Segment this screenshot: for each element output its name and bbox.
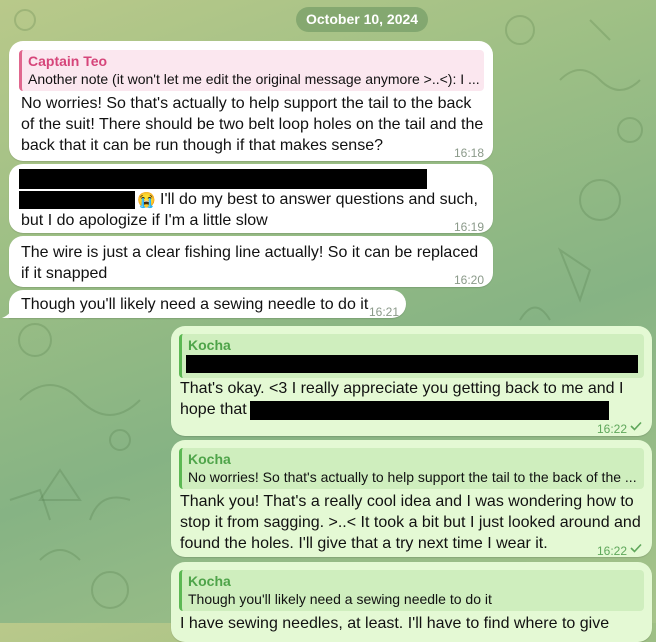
reply-quote-text: No worries! So that's actually to help s… <box>188 469 637 485</box>
reply-preview[interactable]: Captain Teo Another note (it won't let m… <box>19 50 484 91</box>
message-text-line: found the holes. I'll give that a try ne… <box>180 535 548 552</box>
redacted-block <box>19 169 427 189</box>
message-text-line: if it snapped <box>21 265 108 282</box>
message-bubble-outgoing[interactable]: Kocha That's okay. <3 I really appreciat… <box>171 326 652 436</box>
message-text-line: I'll do my best to answer questions and … <box>160 191 478 208</box>
check-icon <box>630 543 642 553</box>
message-text-line: of the suit! There should be two belt lo… <box>21 116 484 133</box>
message-text-line: The wire is just a clear fishing line ac… <box>21 244 479 261</box>
message-text-line: Thank you! That's a really cool idea and… <box>180 493 634 510</box>
message-text-line: Though you'll likely need a sewing needl… <box>21 296 369 313</box>
message-text-line: stop it from sagging. >..< It took a bit… <box>180 514 641 531</box>
reply-sender-name: Kocha <box>188 337 231 353</box>
message-bubble-incoming[interactable]: 😭 I'll do my best to answer questions an… <box>9 164 493 234</box>
reply-sender-name: Kocha <box>188 451 231 467</box>
redacted-block <box>250 401 609 420</box>
message-bubble-incoming[interactable]: Though you'll likely need a sewing needl… <box>9 290 406 319</box>
message-text-line: I have sewing needles, at least. I'll ha… <box>180 615 610 632</box>
message-time: 16:20 <box>454 273 485 287</box>
redacted-block <box>19 191 135 209</box>
reply-quote-text: Though you'll likely need a sewing needl… <box>188 591 492 607</box>
message-time: 16:22 <box>597 544 628 558</box>
date-separator: October 10, 2024 <box>296 7 429 32</box>
message-time: 16:22 <box>597 422 628 436</box>
message-text-line: No worries! So that's actually to help s… <box>21 95 472 112</box>
crying-emoji: 😭 <box>137 192 156 209</box>
reply-preview[interactable]: Kocha No worries! So that's actually to … <box>179 448 644 489</box>
message-bubble-incoming[interactable]: Captain Teo Another note (it won't let m… <box>9 41 493 161</box>
message-text-line: That's okay. <3 I really appreciate you … <box>180 380 624 397</box>
reply-sender-name: Kocha <box>188 573 231 589</box>
message-bubble-incoming[interactable]: The wire is just a clear fishing line ac… <box>9 236 493 287</box>
message-time: 16:21 <box>369 305 400 319</box>
message-bubble-outgoing[interactable]: Kocha No worries! So that's actually to … <box>171 440 652 558</box>
message-time: 16:18 <box>454 146 485 160</box>
message-time: 16:19 <box>454 220 485 234</box>
reply-quote-text: Another note (it won't let me edit the o… <box>28 71 480 87</box>
check-icon <box>630 421 642 431</box>
message-text-line: back that it can be run though if that m… <box>21 137 383 154</box>
message-bubble-outgoing[interactable]: Kocha Though you'll likely need a sewing… <box>171 562 652 642</box>
message-text-line: but I do apologize if I'm a little slow <box>21 212 268 229</box>
reply-preview[interactable]: Kocha Though you'll likely need a sewing… <box>179 570 644 611</box>
redacted-block <box>186 355 638 373</box>
reply-sender-name: Captain Teo <box>28 53 108 69</box>
message-text-line: hope that <box>180 401 247 418</box>
